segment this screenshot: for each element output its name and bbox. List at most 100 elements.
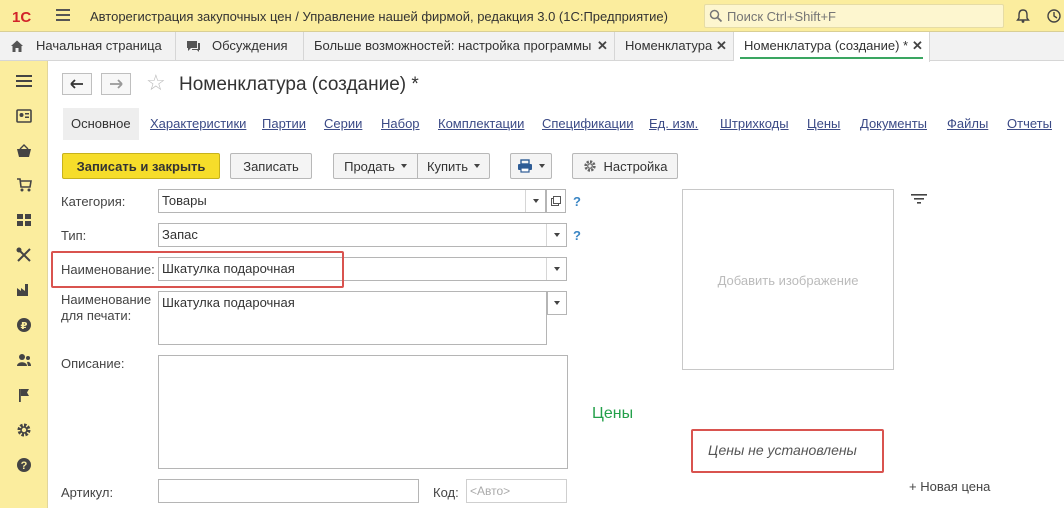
tab-more-features[interactable]: Больше возможностей: настройка программы… (304, 32, 615, 61)
add-image-area[interactable]: Добавить изображение (682, 189, 894, 370)
back-button[interactable] (62, 73, 92, 95)
filter-icon[interactable] (911, 193, 927, 205)
subtab-barcodes[interactable]: Штрихкоды (720, 108, 789, 140)
sell-button[interactable]: Продать (333, 153, 418, 179)
arrow-right-icon (110, 79, 123, 89)
logo-1c-icon[interactable]: 1С (12, 8, 42, 24)
article-field[interactable] (158, 479, 419, 503)
tab-nomenclature-create-label: Номенклатура (создание) * (744, 38, 909, 53)
save-button[interactable]: Записать (230, 153, 312, 179)
forward-button[interactable] (101, 73, 131, 95)
printer-icon (518, 159, 532, 173)
chevron-down-icon (553, 233, 560, 237)
tab-discussions-label: Обсуждения (212, 38, 288, 53)
category-help-icon[interactable]: ? (573, 194, 581, 209)
grid-icon[interactable] (14, 210, 34, 230)
tab-home-label: Начальная страница (36, 38, 162, 53)
chevron-down-icon (554, 301, 560, 305)
tab-nomenclature-create[interactable]: Номенклатура (создание) * ✕ (734, 32, 930, 62)
bell-icon[interactable] (1015, 8, 1031, 24)
search-icon (709, 9, 723, 23)
subtab-documents[interactable]: Документы (860, 108, 927, 140)
print-name-label-line2: для печати: (61, 308, 132, 323)
tab-close-icon[interactable]: ✕ (912, 32, 923, 60)
print-name-label-line1: Наименование (61, 292, 152, 307)
page-title: Номенклатура (создание) * (179, 74, 419, 95)
chevron-down-icon (532, 199, 539, 203)
description-field[interactable] (158, 355, 568, 469)
subtab-main[interactable]: Основное (63, 108, 139, 140)
name-highlight (51, 251, 344, 288)
home-icon (11, 40, 23, 52)
money-icon[interactable]: ₽ (14, 315, 34, 335)
sidebar: ₽ ? (0, 61, 48, 508)
type-dropdown[interactable] (546, 224, 566, 246)
print-name-field[interactable]: Шкатулка подарочная (158, 291, 547, 345)
code-placeholder: <Авто> (470, 484, 511, 498)
name-dropdown[interactable] (546, 258, 566, 280)
menu-icon[interactable] (14, 71, 34, 91)
type-help-icon[interactable]: ? (573, 228, 581, 243)
flag-icon[interactable] (14, 385, 34, 405)
chevron-down-icon (553, 267, 560, 271)
contacts-icon[interactable] (14, 106, 34, 126)
cart-icon[interactable] (14, 175, 34, 195)
description-label: Описание: (61, 356, 125, 371)
buy-button[interactable]: Купить (417, 153, 490, 179)
print-name-value: Шкатулка подарочная (162, 295, 295, 310)
type-field[interactable]: Запас (158, 223, 567, 247)
subtab-batches[interactable]: Партии (262, 108, 306, 140)
app-title: Авторегистрация закупочных цен / Управле… (90, 9, 668, 24)
svg-text:?: ? (21, 460, 28, 472)
subtab-characteristics[interactable]: Характеристики (150, 108, 246, 140)
code-label: Код: (433, 485, 459, 500)
svg-text:1С: 1С (12, 9, 31, 24)
subtab-bundles[interactable]: Комплектации (438, 108, 524, 140)
category-label: Категория: (61, 194, 126, 209)
subtab-prices[interactable]: Цены (807, 108, 840, 140)
subtab-series[interactable]: Серии (324, 108, 362, 140)
people-icon[interactable] (14, 350, 34, 370)
subtab-files[interactable]: Файлы (947, 108, 988, 140)
svg-text:₽: ₽ (21, 321, 28, 332)
type-label: Тип: (61, 228, 87, 243)
tools-icon[interactable] (14, 245, 34, 265)
search-input[interactable] (727, 8, 997, 24)
print-button[interactable] (510, 153, 552, 179)
subtab-units[interactable]: Ед. изм. (649, 108, 698, 140)
tab-discussions[interactable]: Обсуждения (176, 32, 304, 61)
tab-more-features-label: Больше возможностей: настройка программы (314, 38, 592, 53)
tab-close-icon[interactable]: ✕ (716, 32, 727, 60)
chat-icon (187, 41, 200, 52)
settings-button[interactable]: Настройка (572, 153, 678, 179)
prices-highlight (691, 429, 884, 473)
code-field[interactable]: <Авто> (466, 479, 567, 503)
gear-icon[interactable] (14, 420, 34, 440)
history-icon[interactable] (1046, 8, 1062, 24)
add-image-label: Добавить изображение (717, 273, 859, 288)
tab-nomenclature[interactable]: Номенклатура ✕ (615, 32, 734, 61)
category-dropdown[interactable] (525, 190, 545, 212)
subtab-specifications[interactable]: Спецификации (542, 108, 634, 140)
help-icon[interactable]: ? (14, 455, 34, 475)
chevron-down-icon (400, 164, 407, 168)
subtab-set[interactable]: Набор (381, 108, 420, 140)
basket-icon[interactable] (14, 141, 34, 161)
category-open-button[interactable] (546, 189, 566, 213)
chevron-down-icon (474, 164, 481, 168)
tab-home[interactable]: Начальная страница (0, 32, 176, 61)
add-new-price-link[interactable]: + Новая цена (909, 479, 990, 494)
print-name-dropdown[interactable] (547, 291, 567, 315)
subtab-reports[interactable]: Отчеты (1007, 108, 1052, 140)
category-field[interactable]: Товары (158, 189, 546, 213)
top-bar: 1С Авторегистрация закупочных цен / Упра… (0, 0, 1064, 32)
open-icon (551, 196, 561, 206)
main-menu-icon[interactable] (56, 9, 70, 21)
tab-close-icon[interactable]: ✕ (597, 32, 608, 60)
global-search[interactable] (704, 4, 1004, 28)
factory-icon[interactable] (14, 280, 34, 300)
chevron-down-icon (539, 164, 545, 168)
favorite-star-icon[interactable]: ☆ (146, 72, 166, 94)
article-label: Артикул: (61, 485, 114, 500)
save-and-close-button[interactable]: Записать и закрыть (62, 153, 220, 179)
